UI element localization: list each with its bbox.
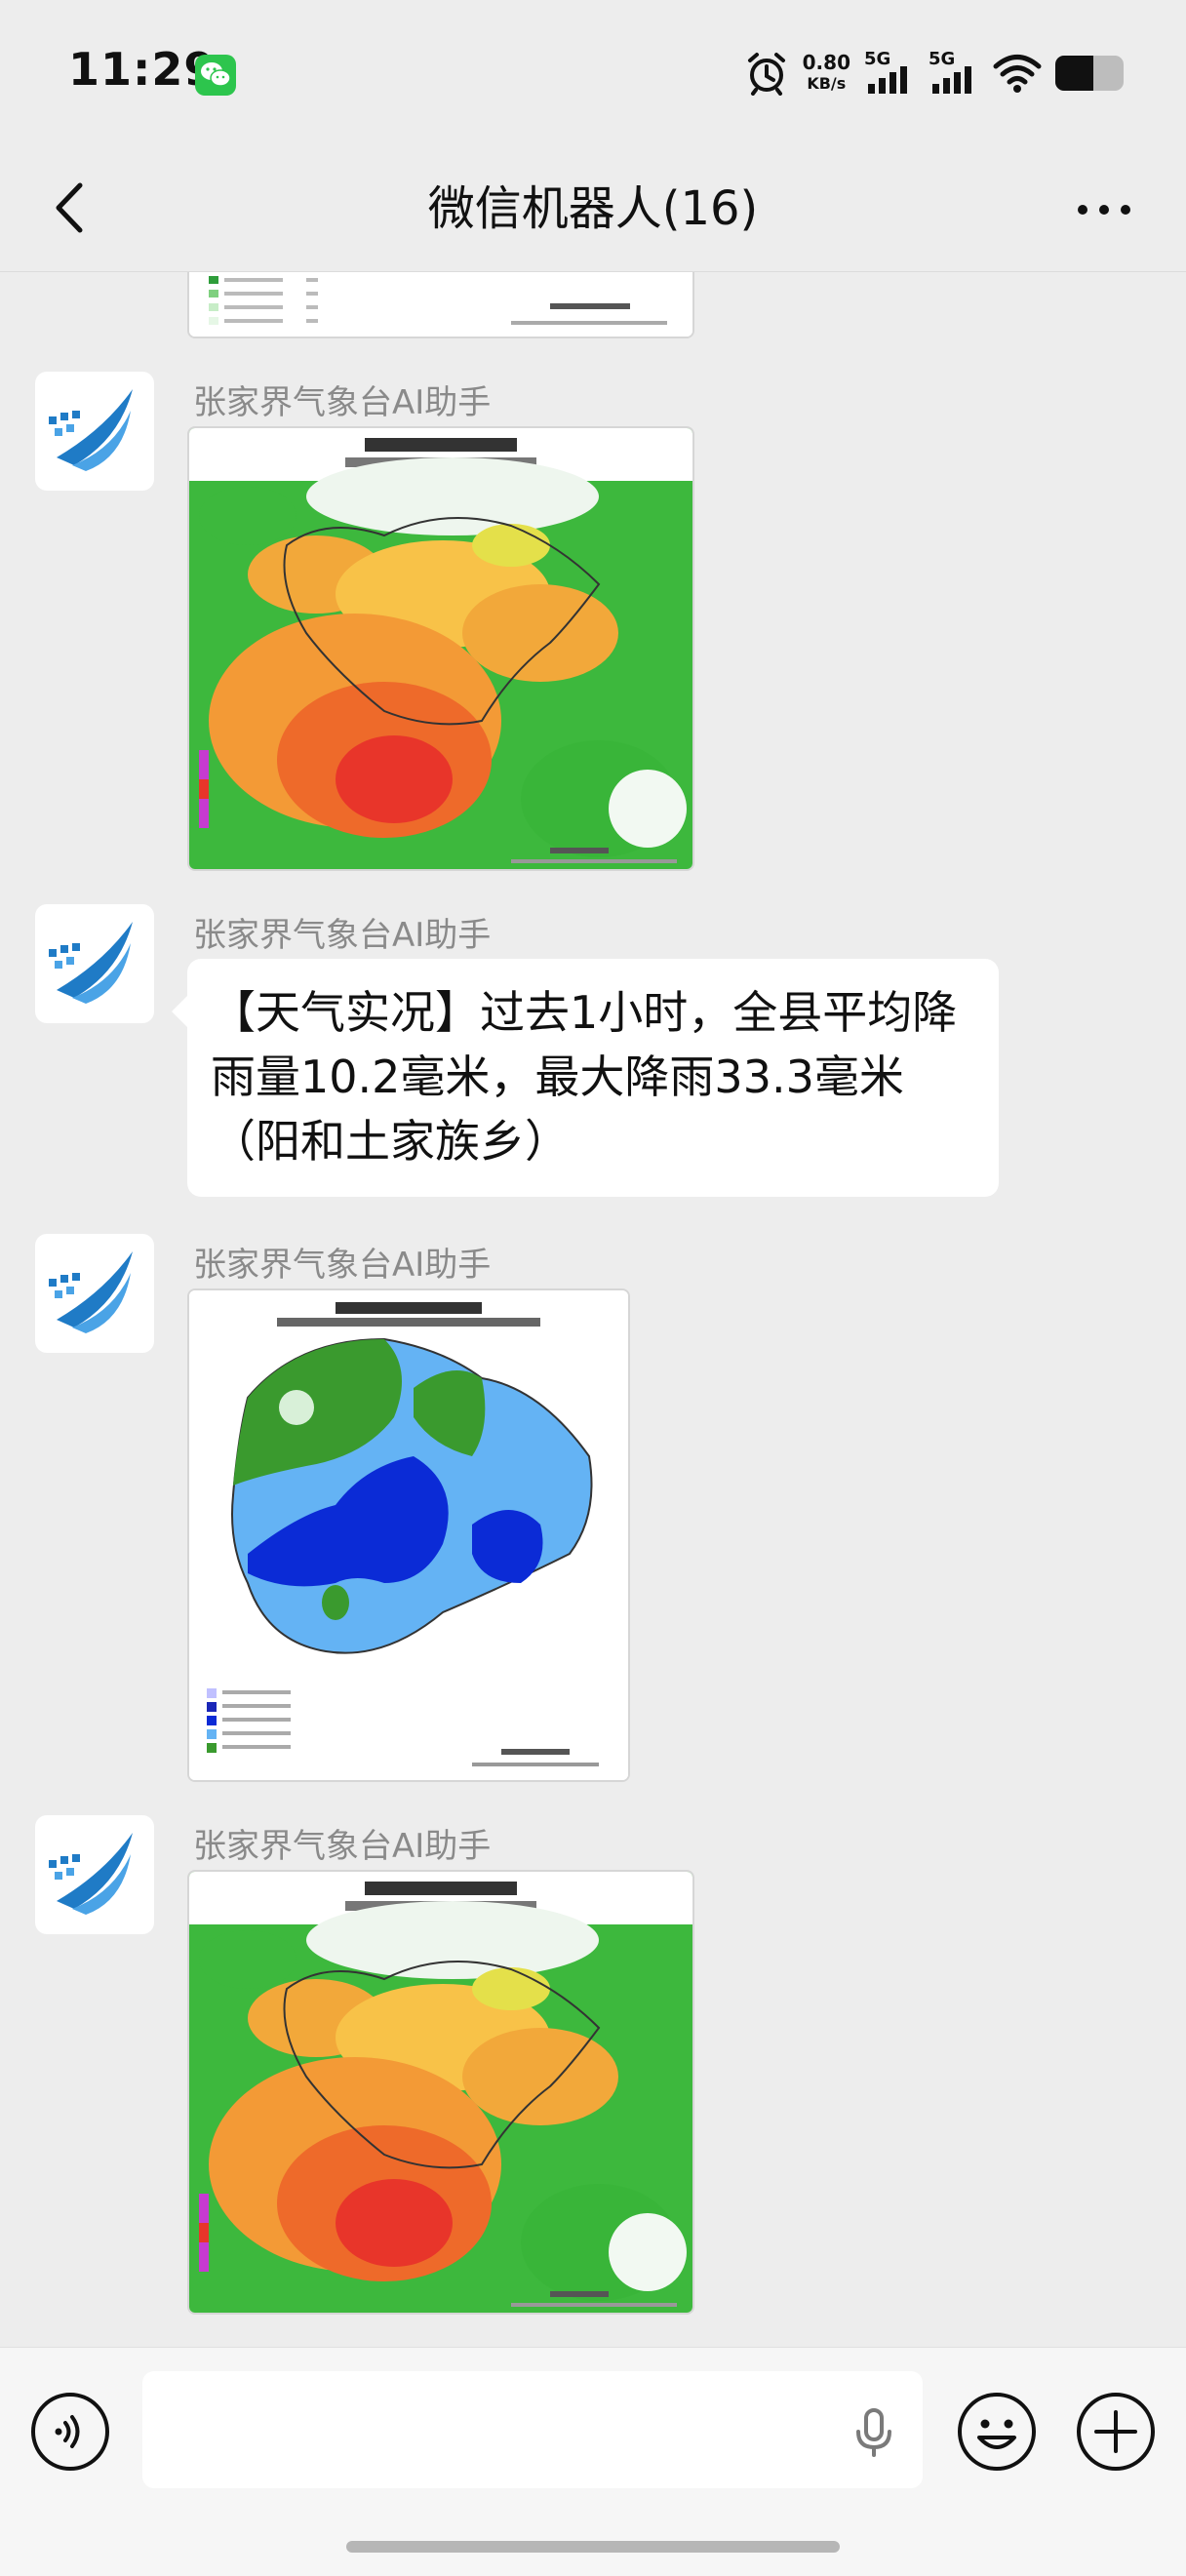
sender-name: 张家界气象台AI助手 <box>193 1827 492 1866</box>
emoji-icon[interactable] <box>956 2391 1038 2473</box>
message-image-partial[interactable] <box>187 272 694 338</box>
sender-name: 张家界气象台AI助手 <box>193 383 492 422</box>
alarm-icon <box>747 53 785 96</box>
avatar-logo-icon <box>49 389 133 471</box>
radar-map-image[interactable] <box>187 426 694 871</box>
avatar-logo-icon <box>49 1251 133 1333</box>
more-icon[interactable] <box>1065 176 1143 244</box>
bot-avatar[interactable] <box>35 1815 154 1934</box>
microphone-icon[interactable] <box>845 2402 903 2461</box>
sender-name: 张家界气象台AI助手 <box>193 916 492 955</box>
chat-header: 微信机器人(16) <box>0 146 1186 272</box>
net-speed-unit: KB/s <box>807 74 847 93</box>
battery-icon <box>1055 56 1124 91</box>
avatar-logo-icon <box>49 1833 133 1915</box>
chat-title: 微信机器人(16) <box>427 181 759 236</box>
radar-map-image[interactable] <box>187 1870 694 2315</box>
signal-icon-1: 5G <box>864 49 915 96</box>
bot-avatar[interactable] <box>35 1234 154 1353</box>
home-indicator[interactable] <box>346 2541 840 2553</box>
avatar-logo-icon <box>49 922 133 1004</box>
battery-level <box>1055 56 1093 91</box>
wechat-icon <box>195 55 236 96</box>
bot-avatar[interactable] <box>35 904 154 1023</box>
wifi-icon <box>993 55 1042 93</box>
bot-avatar[interactable] <box>35 372 154 491</box>
net-speed: 0.80 KB/s <box>803 53 850 94</box>
status-time: 11:29 <box>68 43 217 96</box>
status-bar: 11:29 0.80 KB/s 5G 5G <box>0 0 1186 146</box>
input-bar <box>0 2347 1186 2576</box>
signal-icon-2: 5G <box>929 49 979 96</box>
precipitation-map-image[interactable] <box>187 1288 630 1782</box>
status-right-group: 0.80 KB/s 5G 5G <box>744 49 1124 98</box>
message-input[interactable] <box>142 2371 923 2488</box>
net-speed-value: 0.80 <box>802 51 850 74</box>
text-message-bubble[interactable]: 【天气实况】过去1小时，全县平均降雨量10.2毫米，最大降雨33.3毫米（阳和土… <box>172 959 999 1197</box>
chat-area[interactable]: 张家界气象台AI助手 张家界气象台AI助手 【天气实况】过去1小时，全县平均降雨… <box>0 272 1186 2345</box>
sender-name: 张家界气象台AI助手 <box>193 1246 492 1285</box>
plus-icon[interactable] <box>1075 2391 1157 2473</box>
voice-mode-icon[interactable] <box>29 2391 111 2473</box>
